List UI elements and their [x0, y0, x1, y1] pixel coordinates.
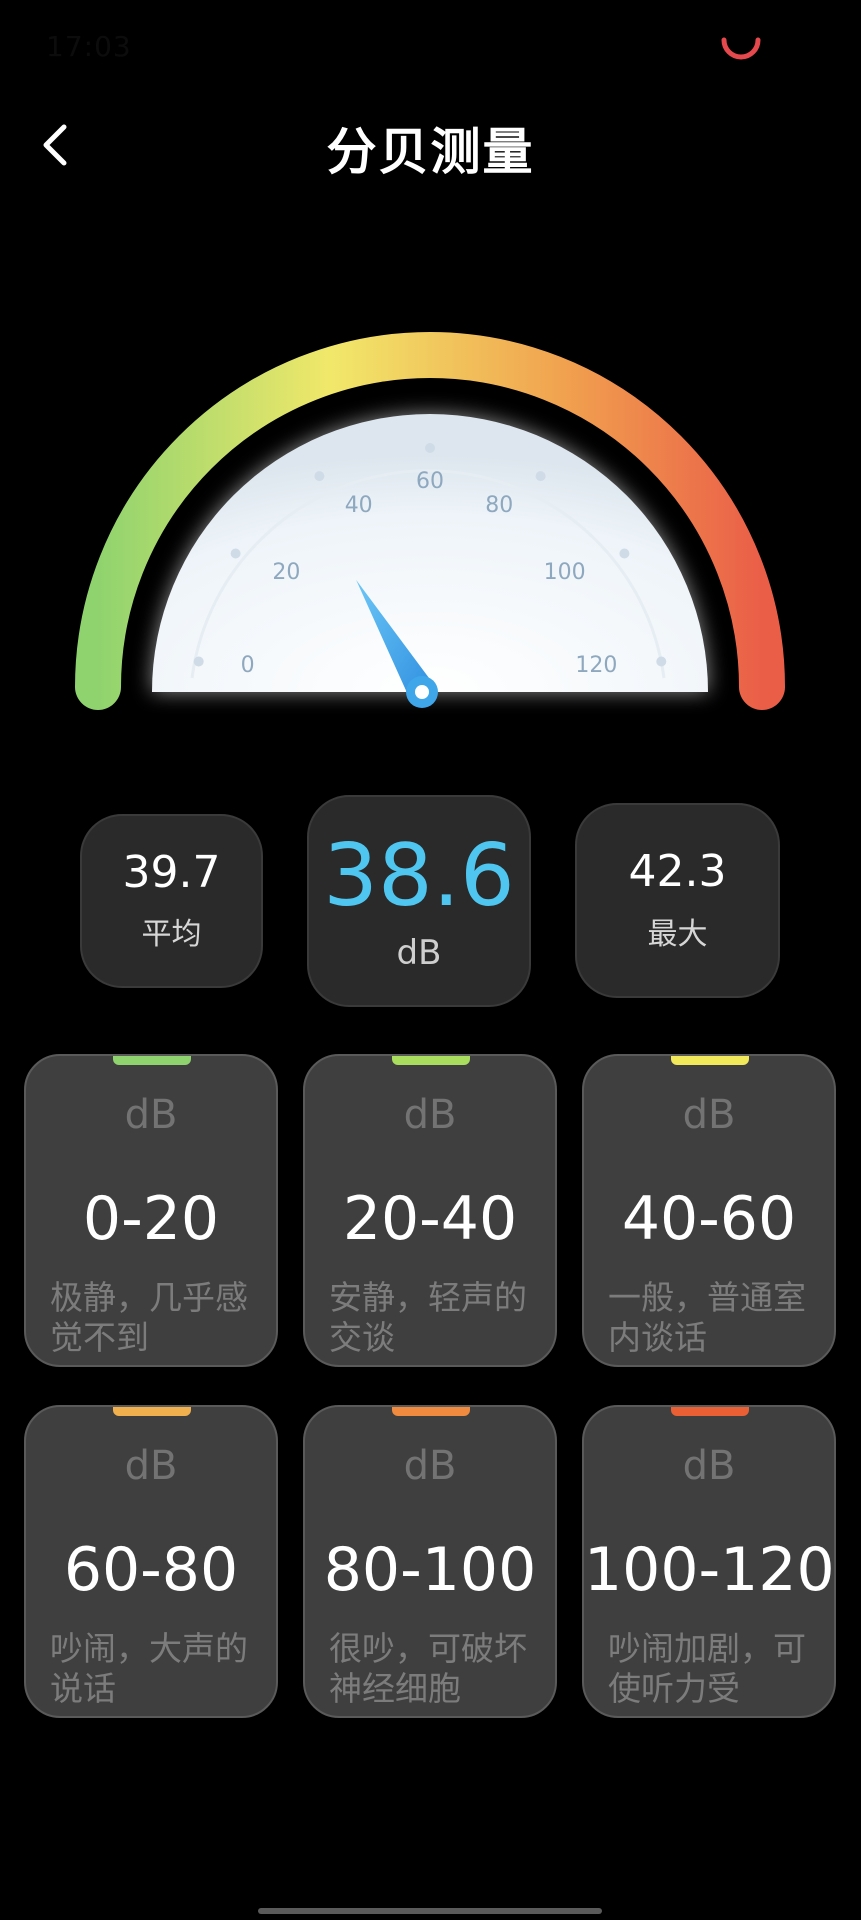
gauge-tick-dot: [656, 656, 667, 667]
range-description: 吵闹，大声的说话: [50, 1629, 248, 1708]
range-unit: dB: [403, 1092, 457, 1138]
gauge-tick-label: 0: [241, 653, 255, 678]
gauge-tick-label: 120: [575, 653, 617, 678]
average-value: 39.7: [122, 846, 221, 898]
gauge-tick-dot: [193, 656, 204, 667]
average-stat-card: 39.7 平均: [80, 814, 263, 988]
range-unit: dB: [682, 1092, 736, 1138]
range-accent-bar: [113, 1407, 191, 1416]
range-description: 一般，普通室内谈话: [608, 1278, 806, 1357]
range-value: 20-40: [342, 1184, 518, 1254]
gauge-tick-dot: [619, 548, 630, 559]
range-accent-bar: [392, 1407, 470, 1416]
gauge-tick-dot: [314, 471, 325, 482]
range-accent-bar: [671, 1056, 749, 1065]
recording-indicator-icon: [721, 37, 761, 60]
range-description: 极静，几乎感觉不到: [50, 1278, 248, 1357]
gauge-tick-label: 80: [485, 493, 513, 518]
range-card: dB 60-80 吵闹，大声的说话: [24, 1405, 278, 1718]
gauge-tick-dot: [425, 443, 435, 453]
gauge-tick-label: 100: [544, 560, 586, 585]
maximum-stat-card: 42.3 最大: [575, 803, 780, 998]
range-value: 80-100: [323, 1535, 537, 1605]
range-description: 吵闹加剧，可使听力受: [608, 1629, 806, 1708]
range-value: 100-120: [584, 1535, 835, 1605]
current-value: 38.6: [323, 825, 515, 926]
gauge-tick-label: 60: [416, 469, 444, 494]
gauge-tick-label: 40: [345, 493, 373, 518]
range-description: 安静，轻声的交谈: [329, 1278, 527, 1357]
gauge-tick-label: 20: [272, 560, 300, 585]
range-card: dB 0-20 极静，几乎感觉不到: [24, 1054, 278, 1367]
range-unit: dB: [124, 1092, 178, 1138]
decibel-gauge: 0 20 40 60 80 100 120: [75, 332, 785, 710]
range-unit: dB: [124, 1443, 178, 1489]
range-value: 60-80: [63, 1535, 239, 1605]
decibel-meter-screen: 17:03 分贝测量 0 20 40 60 80 100 120 39.7 平均…: [0, 0, 861, 1920]
range-value: 40-60: [621, 1184, 797, 1254]
range-value: 0-20: [82, 1184, 220, 1254]
range-accent-bar: [392, 1056, 470, 1065]
range-card: dB 80-100 很吵，可破坏神经细胞: [303, 1405, 557, 1718]
page-title: 分贝测量: [326, 123, 535, 181]
range-card: dB 100-120 吵闹加剧，可使听力受: [582, 1405, 836, 1718]
average-label: 平均: [141, 917, 202, 953]
current-stat-card: 38.6 dB: [307, 795, 531, 1007]
status-bar-time: 17:03: [46, 30, 132, 63]
range-description: 很吵，可破坏神经细胞: [329, 1629, 527, 1708]
range-unit: dB: [403, 1443, 457, 1489]
gauge-tick-dot: [535, 471, 546, 482]
gauge-tick-dot: [230, 548, 241, 559]
maximum-value: 42.3: [628, 846, 727, 898]
maximum-label: 最大: [647, 916, 708, 952]
range-accent-bar: [671, 1407, 749, 1416]
current-unit: dB: [396, 933, 442, 974]
range-unit: dB: [682, 1443, 736, 1489]
range-card: dB 20-40 安静，轻声的交谈: [303, 1054, 557, 1367]
home-indicator: [258, 1908, 602, 1914]
range-accent-bar: [113, 1056, 191, 1065]
range-card: dB 40-60 一般，普通室内谈话: [582, 1054, 836, 1367]
